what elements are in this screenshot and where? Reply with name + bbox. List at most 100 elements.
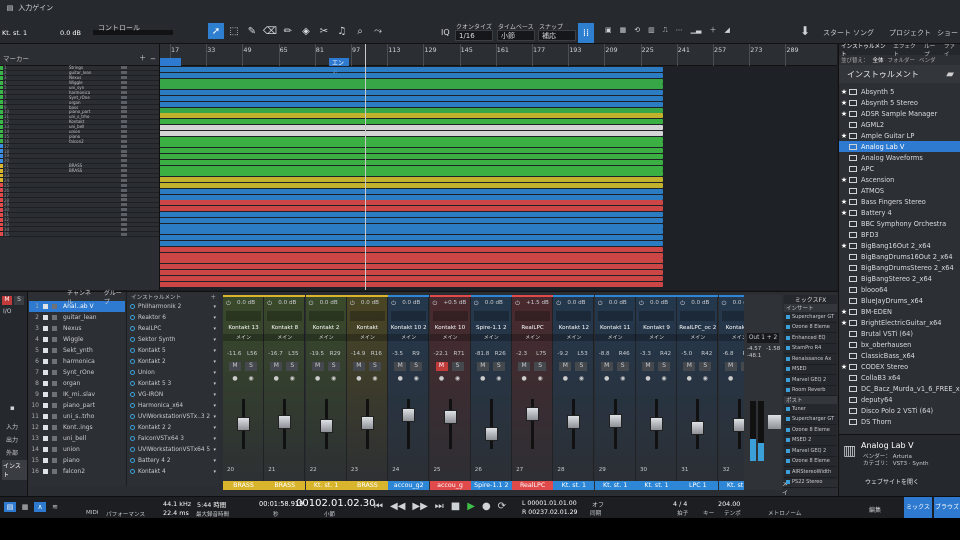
bars-display[interactable]: 00102.01.02.30 [296, 498, 376, 509]
instrument-power-icon[interactable] [130, 436, 135, 441]
strip-record-button[interactable]: ● [436, 375, 448, 384]
playhead[interactable] [365, 44, 366, 290]
strip-mute-button[interactable]: M [642, 362, 654, 371]
tab-groups[interactable]: グループ [104, 288, 125, 306]
strip-mute-button[interactable]: M [311, 362, 324, 371]
tab-files[interactable]: ファイ [944, 42, 960, 58]
track-mute-icon[interactable] [121, 169, 127, 173]
browser-item[interactable]: ★ Battery 4 [839, 207, 960, 218]
channel-row[interactable]: 12 Kont..ings [29, 422, 125, 433]
insert-slot[interactable] [349, 311, 385, 321]
track-mute-icon[interactable] [121, 120, 127, 124]
marker-icon[interactable]: ◢ [724, 26, 729, 34]
strip-record-button[interactable]: ● [601, 375, 613, 384]
volume-fader[interactable] [650, 417, 663, 431]
fx-slot[interactable]: StamPro R4 [784, 344, 837, 354]
browse-tab[interactable]: ブラウズ [934, 497, 960, 519]
strip-name[interactable]: BRASS [346, 481, 388, 490]
favorite-star-icon[interactable]: ★ [839, 198, 849, 206]
view-icon-2[interactable]: ▦ [19, 502, 31, 512]
track-mute-icon[interactable] [121, 178, 127, 182]
strip-mute-button[interactable]: M [559, 362, 572, 371]
browser-item[interactable]: ★ BrightElectricGuitar_x64 [839, 317, 960, 328]
fx-slot[interactable]: AIRStereoWidth [784, 467, 837, 478]
pencil-tool-icon[interactable]: ✎ [244, 23, 260, 39]
instrument-power-icon[interactable] [130, 403, 135, 408]
instrument-power-icon[interactable] [130, 469, 135, 474]
project-link[interactable]: プロジェクト [889, 28, 931, 38]
clip[interactable] [160, 130, 663, 136]
track-mute-icon[interactable] [121, 149, 127, 153]
instrument-row[interactable]: UVIWorkstationVSTx64 5 ▾ [127, 444, 218, 455]
strip-record-button[interactable]: ● [725, 375, 737, 384]
clip[interactable] [160, 96, 663, 101]
browser-item[interactable]: BFD3 [839, 229, 960, 240]
strip-power-icon[interactable]: ⏻ [391, 300, 396, 308]
strip-plugin-name[interactable]: Kontakt 10 [430, 325, 471, 331]
strip-power-icon[interactable]: ⏻ [639, 300, 644, 308]
download-icon[interactable]: ⬇ [800, 24, 810, 38]
strip-mute-button[interactable]: M [683, 362, 696, 371]
clip[interactable]: KontaktCH10 [160, 223, 663, 229]
range-tool-icon[interactable]: ⬚ [226, 23, 242, 39]
clip[interactable] [160, 177, 663, 183]
channel-visible-icon[interactable] [43, 381, 48, 386]
track-mute-icon[interactable] [121, 208, 127, 212]
channel-visible-icon[interactable] [43, 403, 48, 408]
strip-record-button[interactable]: ● [270, 375, 282, 384]
clip[interactable] [160, 90, 663, 96]
volume-fader[interactable] [402, 407, 416, 422]
channel-visible-icon[interactable] [43, 359, 48, 364]
strip-solo-button[interactable]: S [368, 362, 381, 371]
track-mute-icon[interactable] [121, 222, 127, 226]
track-mute-icon[interactable] [121, 105, 127, 109]
listen-tool-icon[interactable]: ♫ [334, 23, 350, 39]
channel-row[interactable]: 8 organ [29, 378, 125, 389]
strip-record-button[interactable]: ● [353, 375, 365, 384]
strip-monitor-button[interactable]: ◉ [245, 375, 257, 384]
instrument-row[interactable]: Kontakt 2 ▾ [127, 356, 218, 367]
solo-all-button[interactable]: S [14, 296, 24, 305]
clip[interactable]: KontaktCH5 [160, 136, 663, 142]
channel-visible-icon[interactable] [43, 436, 48, 441]
strip-power-icon[interactable]: ⏻ [722, 300, 727, 308]
io-label[interactable]: I/O [3, 308, 12, 315]
favorite-star-icon[interactable]: ★ [839, 319, 849, 327]
track-mute-icon[interactable] [121, 71, 127, 75]
channel-visible-icon[interactable] [43, 304, 48, 309]
strip-record-button[interactable]: ● [559, 375, 571, 384]
clip[interactable] [160, 148, 663, 154]
strip-mute-button[interactable]: M [518, 362, 531, 371]
volume-fader[interactable] [443, 410, 457, 425]
split-tool-icon[interactable]: ✂ [316, 23, 332, 39]
insert-slot[interactable] [308, 311, 344, 321]
clip[interactable]: KontaktCH11 [160, 240, 663, 246]
start-marker[interactable]: スタート [160, 58, 181, 67]
fx-power-icon[interactable] [786, 335, 790, 340]
browser-item[interactable]: BlueJayDrums_x64 [839, 295, 960, 306]
instrument-row[interactable]: Union ▾ [127, 367, 218, 378]
instrument-power-icon[interactable] [130, 425, 135, 430]
clip[interactable] [160, 270, 663, 275]
clip[interactable]: KontaktCH2 [160, 84, 663, 90]
track-mute-icon[interactable] [121, 81, 127, 85]
clip[interactable]: KontaktCH7 [160, 171, 663, 177]
clip[interactable] [160, 78, 663, 84]
timeline-ruler[interactable]: 17 33 49 65 81 97 113 129 145 161 177 193 209 225 241 2… [160, 44, 837, 76]
volume-fader[interactable] [484, 427, 498, 441]
track-mute-icon[interactable] [121, 100, 127, 104]
clip[interactable] [160, 252, 663, 258]
strip-mute-button[interactable]: M [352, 362, 365, 371]
paint-tool-icon[interactable]: ✏ [280, 23, 296, 39]
strip-monitor-button[interactable]: ◉ [658, 375, 670, 384]
instrument-power-icon[interactable] [130, 370, 135, 375]
browser-item[interactable]: ★ Ample Guitar LP [839, 130, 960, 141]
insert-slot[interactable] [515, 311, 551, 321]
browser-item[interactable]: Analog Waveforms [839, 152, 960, 163]
channel-visible-icon[interactable] [43, 326, 48, 331]
input-nav[interactable]: 入力 [6, 422, 18, 431]
insert-slot[interactable] [680, 311, 716, 321]
stop-icon[interactable]: ■ [451, 501, 460, 512]
browser-item[interactable]: ★ ADSR Sample Manager [839, 108, 960, 119]
track-mute-icon[interactable] [121, 218, 127, 222]
